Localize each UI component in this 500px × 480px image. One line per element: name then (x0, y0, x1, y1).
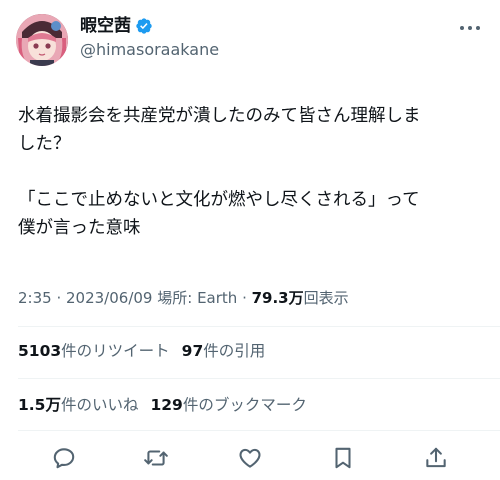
retweet-icon (143, 445, 169, 471)
tweet-text-line: 僕が言った意味 (18, 218, 141, 238)
share-button[interactable] (422, 444, 450, 472)
meta-separator: · (51, 289, 66, 307)
likes-link[interactable]: 1.5万件のいいね (18, 396, 138, 414)
retweets-count: 5103 (18, 342, 62, 360)
like-button[interactable] (236, 444, 264, 472)
quotes-link[interactable]: 97件の引用 (182, 342, 266, 360)
divider (18, 378, 500, 379)
likes-label: 件のいいね (60, 396, 139, 414)
retweets-link[interactable]: 5103件のリツイート (18, 342, 170, 360)
views-label: 回表示 (303, 289, 349, 307)
retweets-label: 件のリツイート (61, 342, 170, 360)
divider (18, 326, 500, 327)
tweet-text-line: 水着撮影会を共産党が潰したのみて皆さん理解しま (18, 106, 421, 126)
retweet-quote-stats: 5103件のリツイート 97件の引用 (18, 340, 265, 362)
bookmarks-link[interactable]: 129件のブックマーク (150, 396, 306, 414)
likes-count: 1.5万 (18, 396, 61, 414)
tweet-text-line: 「ここで止めないと文化が燃やし尽くされる」って (18, 190, 420, 210)
quotes-count: 97 (181, 342, 204, 360)
tweet-detail: 暇空茜 @himasoraakane 水着撮影会を共産党が潰したのみて皆さん理解… (0, 0, 500, 480)
retweet-button[interactable] (142, 444, 170, 472)
reply-button[interactable] (50, 444, 78, 472)
bookmark-icon (330, 445, 356, 471)
tweet-meta: 2:35 · 2023/06/09 場所: Earth · 79.3万回表示 (18, 288, 349, 308)
verified-badge-icon (135, 17, 153, 35)
bookmarks-label: 件のブックマーク (182, 396, 307, 414)
share-icon (423, 445, 449, 471)
bookmarks-count: 129 (150, 396, 183, 414)
display-name-row[interactable]: 暇空茜 (80, 15, 153, 37)
tweet-time[interactable]: 2:35 (18, 289, 52, 307)
more-options-icon[interactable] (458, 18, 482, 38)
views-count: 79.3万 (251, 289, 304, 307)
tweet-location: 場所: Earth (157, 289, 238, 307)
reply-icon (51, 445, 77, 471)
quotes-label: 件の引用 (203, 342, 266, 360)
user-handle[interactable]: @himasoraakane (80, 40, 219, 60)
tweet-date[interactable]: 2023/06/09 (66, 289, 152, 307)
user-avatar[interactable] (16, 14, 68, 66)
meta-separator: · (237, 289, 252, 307)
tweet-text: 水着撮影会を共産党が潰したのみて皆さん理解しま した？ 「ここで止めないと文化が… (18, 102, 484, 242)
like-icon (237, 445, 263, 471)
tweet-text-line: した？ (18, 134, 71, 154)
bookmark-button[interactable] (329, 444, 357, 472)
like-bookmark-stats: 1.5万件のいいね 129件のブックマーク (18, 394, 307, 416)
divider (18, 430, 500, 431)
tweet-actions (0, 444, 500, 472)
display-name[interactable]: 暇空茜 (80, 15, 131, 37)
